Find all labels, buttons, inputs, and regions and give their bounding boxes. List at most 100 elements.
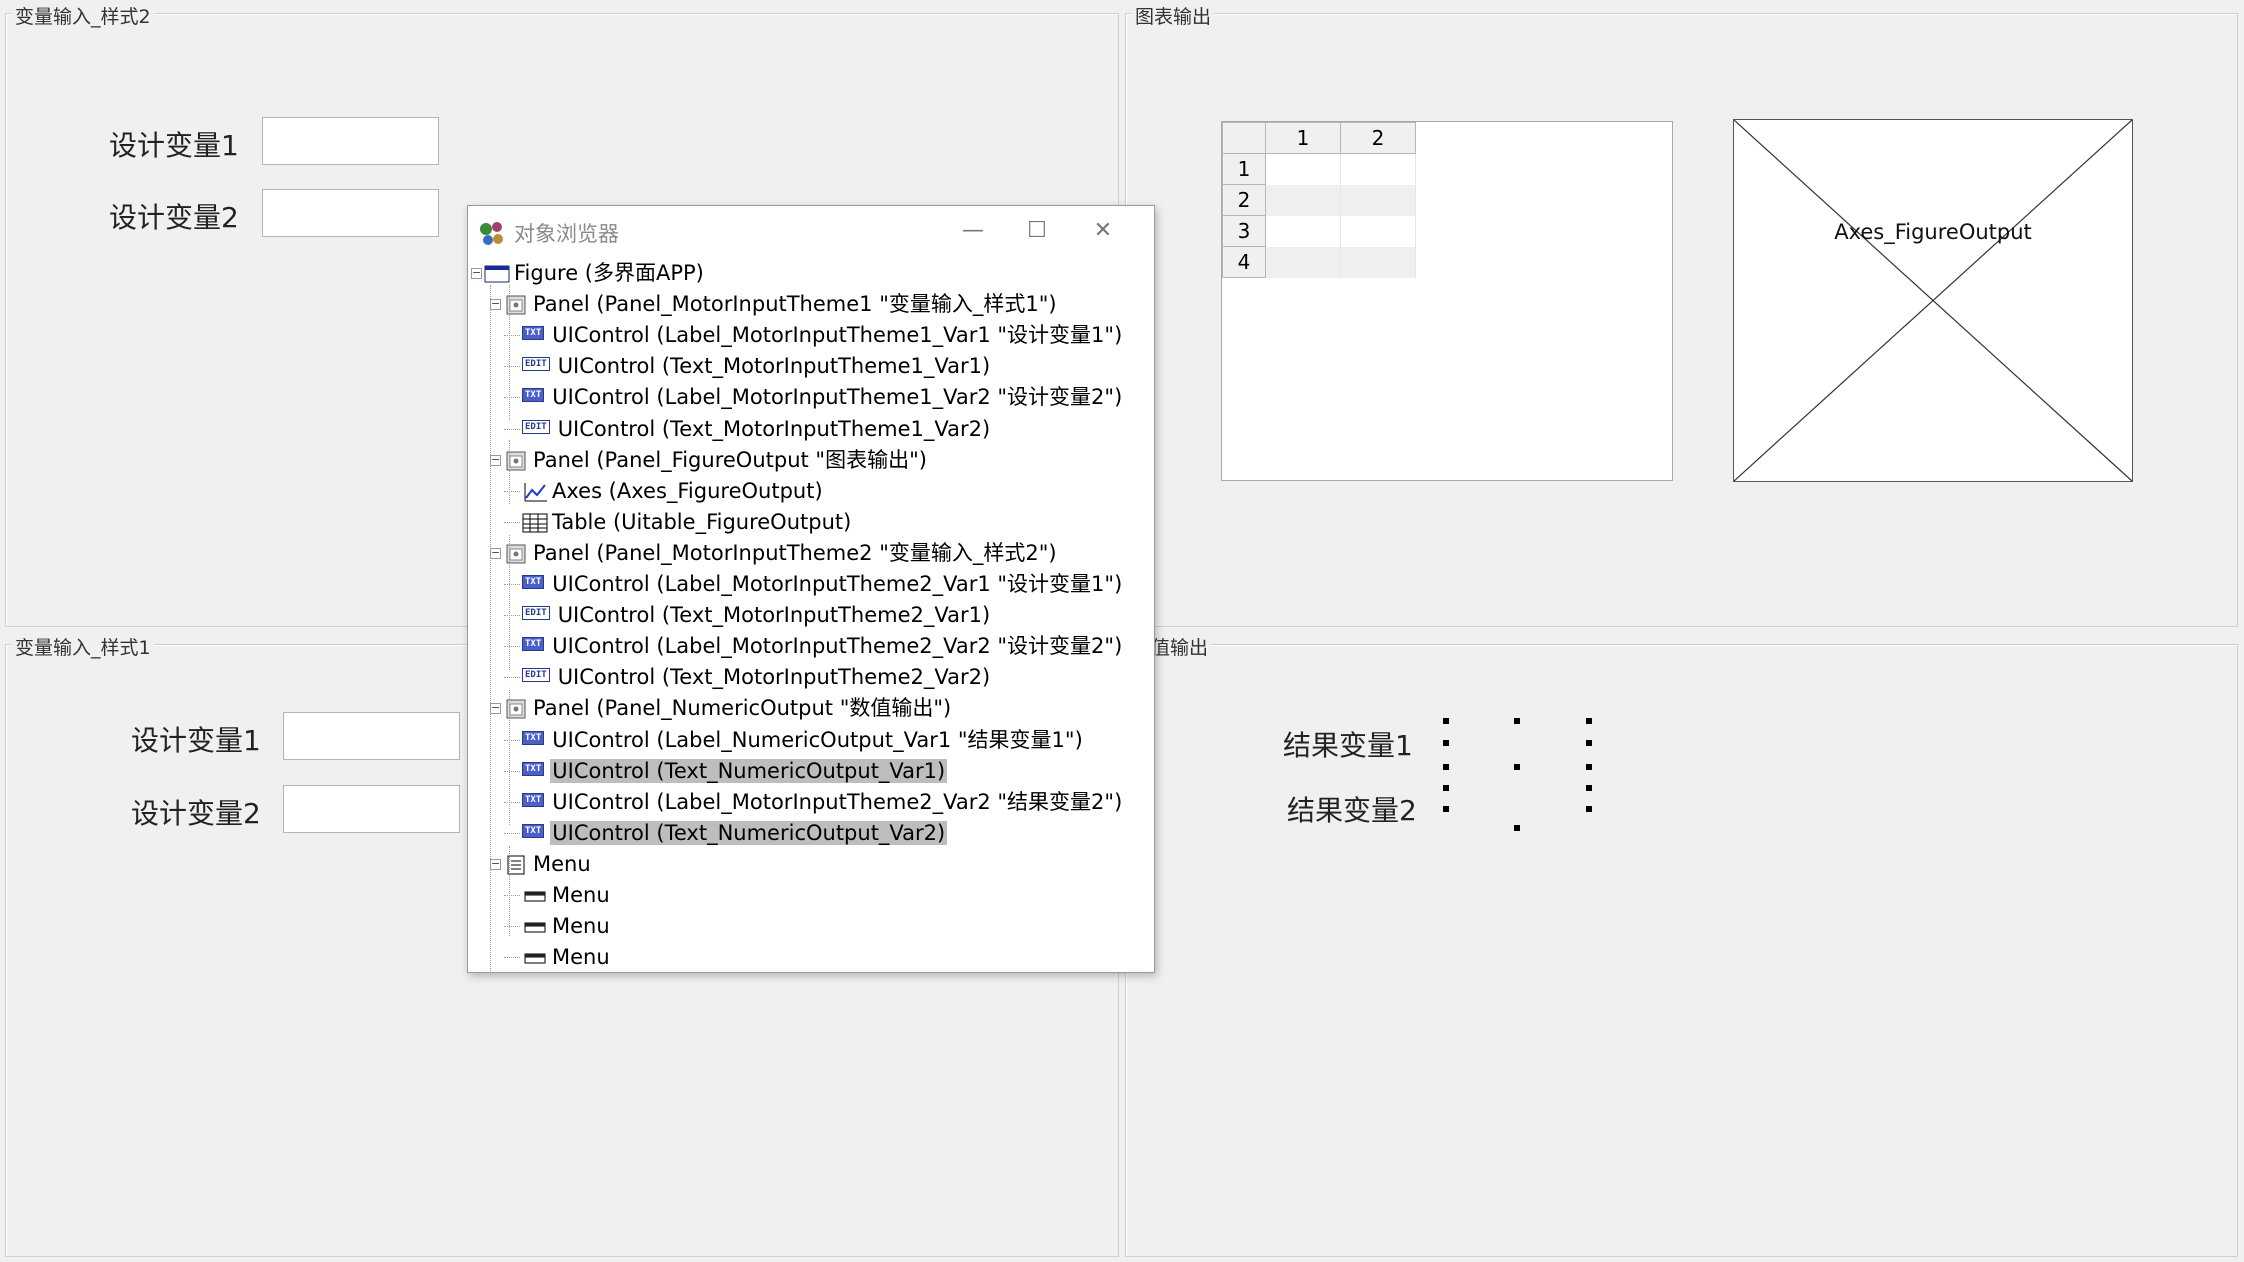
axes-cross	[1734, 120, 2133, 482]
axes-figure-output[interactable]: Axes_FigureOutput	[1733, 119, 2133, 482]
design-var2-field[interactable]	[262, 189, 439, 237]
tree-node-label: UIControl (Label_MotorInputTheme2_Var1 "…	[552, 572, 1123, 596]
design-var1-label: 设计变量1	[131, 724, 261, 757]
menu-item-icon	[522, 946, 548, 966]
table-cell[interactable]	[1265, 184, 1341, 216]
tree-connector	[490, 285, 491, 975]
tree-connector	[504, 677, 520, 679]
txt-icon: TXT	[522, 761, 545, 776]
table-cell[interactable]	[1340, 246, 1416, 278]
panel-title: 变量输入_样式2	[12, 2, 154, 29]
txt-icon: TXT	[522, 388, 545, 403]
tree-connector	[504, 335, 520, 337]
tree-collapse-icon[interactable]: −	[490, 858, 501, 870]
table-cell[interactable]	[1265, 246, 1341, 278]
tree-connector	[504, 428, 520, 430]
tree-node[interactable]: EDIT UIControl (Text_MotorInputTheme1_Var…	[522, 414, 992, 445]
tree-collapse-icon[interactable]: −	[490, 547, 501, 559]
column-header[interactable]: 2	[1340, 122, 1416, 154]
tree-node[interactable]: TXT UIControl (Label_MotorInputTheme2_Var…	[522, 787, 1124, 818]
tree-connector	[504, 646, 520, 648]
tree-node[interactable]: TXT UIControl (Label_MotorInputTheme1_Var…	[522, 382, 1124, 413]
object-browser-titlebar[interactable]: 对象浏览器 — ☐ ✕	[468, 206, 1154, 258]
tree-node-label: Menu	[552, 945, 610, 970]
tree-node[interactable]: Axes (Axes_FigureOutput)	[522, 476, 825, 507]
row-header[interactable]: 2	[1222, 184, 1266, 216]
tree-node[interactable]: Menu	[522, 911, 612, 942]
menu-item-icon	[522, 915, 548, 935]
tree-node[interactable]: Panel (Panel_NumericOutput "数值输出")	[503, 693, 953, 724]
design-var1-field[interactable]	[262, 117, 439, 165]
tree-node[interactable]: Figure (多界面APP)	[484, 258, 706, 289]
table-cell[interactable]	[1340, 153, 1416, 185]
tree-node[interactable]: TXT UIControl (Label_MotorInputTheme1_Var…	[522, 320, 1124, 351]
tree-node[interactable]: EDIT UIControl (Text_MotorInputTheme2_Var…	[522, 600, 992, 631]
tree-node-label: Table (Uitable_FigureOutput)	[552, 509, 852, 534]
tree-node-label: UIControl (Label_MotorInputTheme2_Var2 "…	[552, 789, 1123, 814]
tree-node[interactable]: TXT UIControl (Text_NumericOutput_Var2)	[522, 818, 948, 849]
table-cell[interactable]	[1265, 215, 1341, 247]
minimize-button[interactable]: —	[950, 214, 996, 248]
table-icon	[522, 511, 548, 533]
table-cell[interactable]	[1340, 215, 1416, 247]
tree-node[interactable]: Menu	[503, 849, 593, 880]
tree-node-label: UIControl (Label_NumericOutput_Var1 "结果变…	[552, 727, 1083, 752]
tree-node[interactable]: EDIT UIControl (Text_MotorInputTheme1_Var…	[522, 351, 992, 382]
edit-icon: EDIT	[522, 419, 550, 434]
tree-collapse-icon[interactable]: −	[490, 702, 501, 715]
tree-connector	[509, 690, 510, 825]
tree-collapse-icon[interactable]: −	[490, 298, 501, 311]
object-browser-icon	[480, 222, 503, 245]
object-browser-title: 对象浏览器	[514, 222, 619, 246]
tree-connector	[509, 846, 510, 936]
design-var2-field[interactable]	[283, 785, 460, 833]
axes-label: Axes_FigureOutput	[1834, 220, 2032, 244]
uitable-figure-output[interactable]: 1 2 1 2 3 4	[1221, 121, 1673, 481]
table-cell[interactable]	[1340, 184, 1416, 216]
tree-node-label: Menu	[533, 851, 591, 876]
close-button[interactable]: ✕	[1080, 214, 1126, 248]
tree-node[interactable]: Menu	[522, 942, 612, 973]
tree-collapse-icon[interactable]: −	[490, 454, 501, 466]
design-var1-field[interactable]	[283, 712, 460, 760]
tree-connector	[509, 440, 510, 504]
tree-node-label: UIControl (Label_MotorInputTheme1_Var2 "…	[552, 385, 1123, 410]
tree-node[interactable]: TXT UIControl (Label_MotorInputTheme2_Var…	[522, 569, 1124, 600]
maximize-button[interactable]: ☐	[1014, 214, 1060, 248]
tree-connector	[509, 285, 510, 420]
column-header[interactable]: 1	[1265, 122, 1341, 154]
row-header[interactable]: 1	[1222, 153, 1266, 185]
tree-node[interactable]: TXT UIControl (Label_NumericOutput_Var1 "…	[522, 725, 1085, 756]
edit-icon: EDIT	[522, 606, 550, 621]
panel-icon	[503, 542, 529, 564]
tree-node[interactable]: EDIT UIControl (Text_MotorInputTheme2_Var…	[522, 662, 992, 693]
tree-node-label: UIControl (Text_NumericOutput_Var1)	[550, 758, 948, 783]
object-browser-window[interactable]: 对象浏览器 — ☐ ✕ Figure (多界面APP) − Panel (Panel…	[467, 205, 1155, 975]
tree-node-label: Panel (Panel_FigureOutput "图表输出")	[533, 447, 927, 472]
tree-node[interactable]: TXT UIControl (Text_NumericOutput_Var1)	[522, 756, 948, 787]
tree-node[interactable]: Panel (Panel_FigureOutput "图表输出")	[503, 445, 929, 476]
txt-icon: TXT	[522, 792, 545, 807]
tree-collapse-icon[interactable]: −	[471, 267, 482, 279]
figure-icon	[484, 262, 510, 283]
tree-node[interactable]: Panel (Panel_MotorInputTheme2 "变量输入_样式2"…	[503, 538, 1059, 569]
tree-node-label: UIControl (Label_MotorInputTheme2_Var2 "…	[552, 634, 1123, 659]
tree-node-label: UIControl (Label_MotorInputTheme1_Var1 "…	[552, 323, 1123, 348]
tree-node[interactable]: TXT UIControl (Label_MotorInputTheme2_Var…	[522, 631, 1124, 662]
table-cell[interactable]	[1265, 153, 1341, 185]
tree-node-label: Menu	[552, 914, 610, 939]
tree-node[interactable]: Table (Uitable_FigureOutput)	[522, 507, 853, 538]
tree-node[interactable]: Panel (Panel_MotorInputTheme1 "变量输入_样式1"…	[503, 289, 1059, 320]
tree-connector	[504, 584, 520, 585]
panel-title: 变量输入_样式1	[12, 633, 154, 660]
table-corner	[1222, 122, 1266, 154]
txt-icon: TXT	[522, 823, 545, 838]
tree-connector	[504, 832, 520, 834]
tree-node-label: UIControl (Text_MotorInputTheme2_Var2)	[557, 665, 991, 690]
row-header[interactable]: 3	[1222, 215, 1266, 247]
tree-node[interactable]: Menu	[522, 880, 612, 911]
row-header[interactable]: 4	[1222, 246, 1266, 278]
tree-node-label: UIControl (Text_MotorInputTheme2_Var1)	[557, 603, 991, 628]
panel-title: 值输出	[1148, 633, 1212, 660]
menu-icon	[503, 853, 529, 875]
